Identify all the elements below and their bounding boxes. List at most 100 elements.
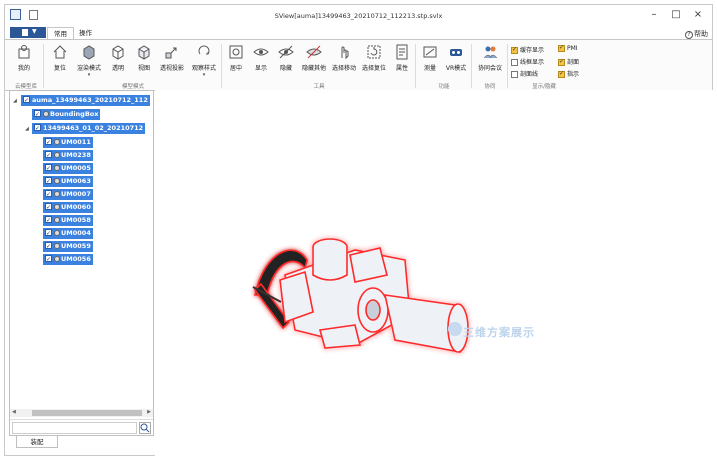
reset-button[interactable]: 复位: [47, 44, 73, 72]
tree-node-part[interactable]: UM0004: [43, 228, 93, 239]
group-label-model-mode: 模型模式: [121, 84, 144, 90]
mine-button[interactable]: 我的: [11, 44, 37, 72]
tab-operation[interactable]: 操作: [73, 27, 98, 39]
checkbox-icon[interactable]: [45, 176, 52, 187]
tree-node-boundingbox[interactable]: BoundingBox: [32, 109, 101, 120]
group-separator: [221, 44, 222, 88]
tree-node-part[interactable]: UM0059: [43, 241, 93, 252]
checkbox-cache-display[interactable]: 缓存显示: [511, 45, 544, 54]
tab-assembly[interactable]: 装配: [16, 436, 58, 448]
part-icon: [54, 165, 60, 171]
checkbox-icon: [558, 44, 565, 52]
checkbox-icon: [558, 70, 565, 78]
part-icon: [54, 204, 60, 210]
tree-search-input[interactable]: [12, 422, 137, 434]
projection-icon: [164, 44, 180, 60]
tree-node-part[interactable]: UM0058: [43, 215, 93, 226]
3d-viewport[interactable]: [155, 90, 713, 456]
tree-node-label: UM0063: [61, 177, 91, 185]
vr-headset-icon: [448, 44, 464, 60]
title-bar: SView[auma]13499463_20210712_112213.stp.…: [5, 5, 712, 25]
meeting-button[interactable]: 协同会议: [475, 44, 505, 72]
vr-mode-label: VR模式: [445, 65, 467, 72]
hide-others-label: 隐藏其他: [301, 65, 326, 72]
group-label-cloud: 云模型库: [14, 84, 37, 90]
tree-node-part[interactable]: UM0007: [43, 189, 93, 200]
close-button[interactable]: ×: [688, 8, 708, 21]
checkbox-icon[interactable]: [23, 95, 30, 106]
tab-common[interactable]: 常用: [47, 27, 74, 39]
file-menu-button[interactable]: ▼: [10, 27, 46, 38]
checkbox-section-line[interactable]: 剖面线: [511, 69, 538, 78]
scroll-right-icon[interactable]: ▶: [147, 409, 151, 415]
checkbox-pmi[interactable]: PMI: [558, 44, 578, 52]
checkbox-icon[interactable]: [45, 202, 52, 213]
eye-icon: [253, 44, 269, 60]
perspective-projection-button[interactable]: 透视投影: [157, 44, 187, 72]
tree-node-subassembly[interactable]: 13499463_01_02_20210712: [32, 123, 146, 134]
tree-node-label: BoundingBox: [50, 110, 99, 118]
scroll-left-icon[interactable]: ◀: [12, 409, 16, 415]
minimize-button[interactable]: –: [644, 8, 664, 21]
tree-node-part[interactable]: UM0011: [43, 137, 93, 148]
tree-node-label: UM0004: [61, 229, 91, 237]
eye-slash-other-icon: [306, 44, 322, 60]
checkbox-icon[interactable]: [34, 109, 41, 120]
hide-button[interactable]: 隐藏: [273, 44, 299, 72]
tree-node-part[interactable]: UM0060: [43, 202, 93, 213]
checkbox-icon[interactable]: [34, 123, 41, 134]
checkbox-section[interactable]: 剖面: [558, 57, 579, 66]
checkbox-icon[interactable]: [45, 163, 52, 174]
tree-node-part[interactable]: UM0005: [43, 163, 93, 174]
scrollbar-thumb[interactable]: [32, 410, 142, 416]
tree-node-part[interactable]: UM0238: [43, 150, 93, 161]
users-icon: [482, 44, 498, 60]
checkbox-icon[interactable]: [45, 228, 52, 239]
tree-node-part[interactable]: UM0056: [43, 254, 93, 265]
tree-node-label: 13499463_01_02_20210712: [43, 124, 144, 132]
vr-mode-button[interactable]: VR模式: [443, 44, 469, 72]
measure-button[interactable]: 测量: [417, 44, 443, 72]
part-icon: [54, 178, 60, 184]
transparent-button[interactable]: 透明: [105, 44, 131, 72]
select-reset-button[interactable]: 选择复位: [359, 44, 389, 72]
show-button[interactable]: 显示: [248, 44, 274, 72]
chevron-down-icon: ▼: [32, 28, 37, 35]
part-icon: [54, 256, 60, 262]
maximize-button[interactable]: □: [666, 8, 686, 21]
view-style-label: 观察样式: [191, 65, 216, 72]
horizontal-scrollbar[interactable]: ◀ ▶: [10, 409, 153, 417]
tree-node-label: UM0056: [61, 255, 91, 263]
transparent-label: 透明: [111, 65, 124, 72]
tree-node-root[interactable]: auma_13499463_20210712_112: [21, 95, 150, 106]
checkbox-icon[interactable]: [45, 215, 52, 226]
search-button[interactable]: [139, 422, 151, 434]
checkbox-indicator[interactable]: 指示: [558, 69, 579, 78]
view-style-button[interactable]: 观察样式 ▾: [189, 44, 219, 78]
center-button[interactable]: 居中: [223, 44, 249, 72]
render-mode-button[interactable]: 渲染模式 ▾: [73, 44, 105, 78]
perspective-projection-label: 透视投影: [159, 65, 184, 72]
hide-others-button[interactable]: 隐藏其他: [299, 44, 329, 72]
view-button[interactable]: 视图: [131, 44, 157, 72]
checkbox-icon[interactable]: [45, 189, 52, 200]
checkbox-icon[interactable]: [45, 254, 52, 265]
checkbox-icon: [511, 46, 518, 54]
watermark-text: 三维方案展示: [463, 326, 535, 339]
checkbox-wireframe[interactable]: 线框显示: [511, 57, 544, 66]
collapse-icon[interactable]: ◢: [25, 126, 29, 132]
tree-node-part[interactable]: UM0063: [43, 176, 93, 187]
collapse-icon[interactable]: ◢: [13, 98, 17, 104]
document-properties-icon: [394, 44, 410, 60]
tree-node-label: UM0238: [61, 151, 91, 159]
tree-node-label: UM0060: [61, 203, 91, 211]
checkbox-icon[interactable]: [45, 241, 52, 252]
checkbox-icon[interactable]: [45, 150, 52, 161]
checkbox-icon[interactable]: [45, 137, 52, 148]
tree-node-label: UM0005: [61, 164, 91, 172]
select-move-button[interactable]: 选择移动: [329, 44, 359, 72]
ruler-icon: [422, 44, 438, 60]
properties-button[interactable]: 属性: [389, 44, 415, 72]
center-label: 居中: [229, 65, 242, 72]
3d-model-render[interactable]: [155, 90, 713, 456]
